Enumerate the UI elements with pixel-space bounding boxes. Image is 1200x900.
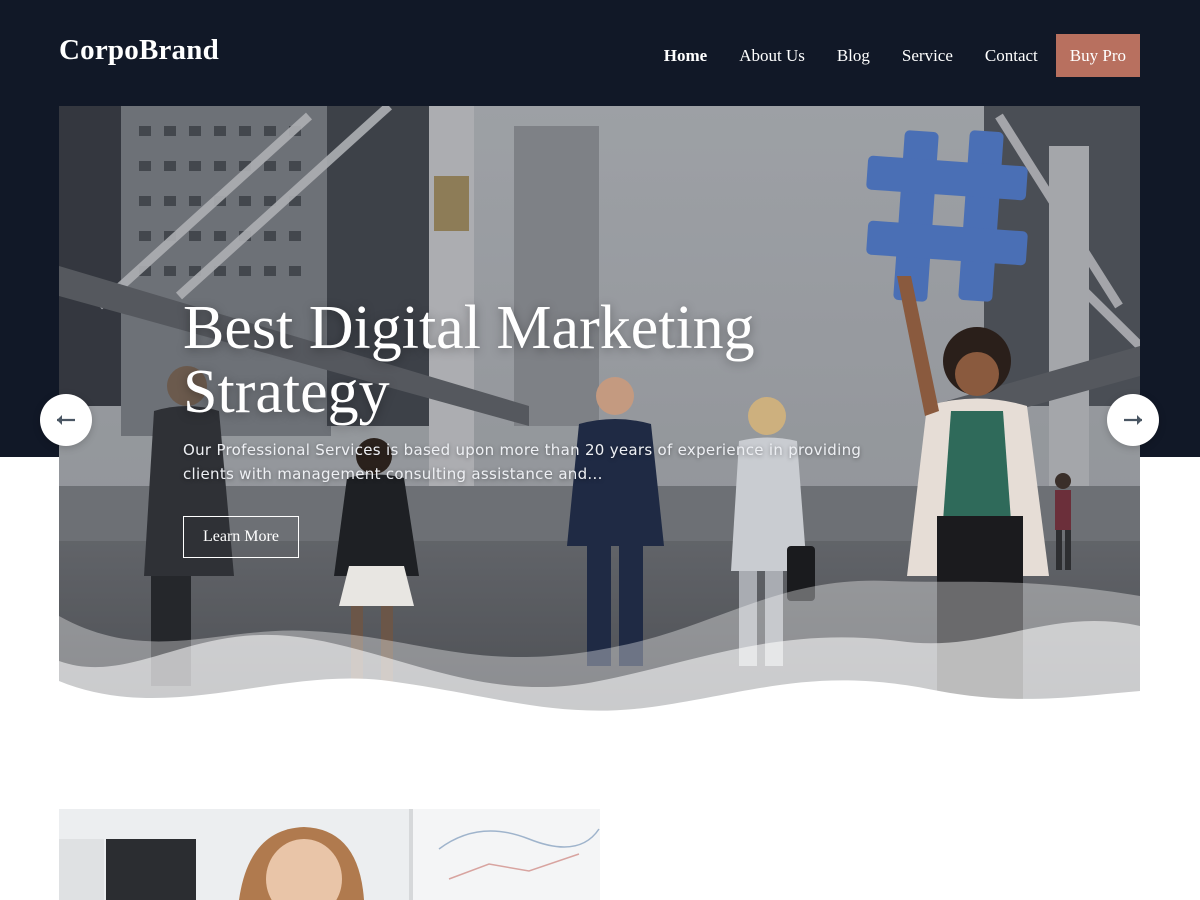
hero-title: Best Digital Marketing Strategy (183, 296, 943, 424)
brand-logo[interactable]: CorpoBrand (59, 34, 219, 67)
hero-slider: Best Digital Marketing Strategy Our Prof… (59, 106, 1140, 722)
site-header: CorpoBrand Home About Us Blog Service Co… (0, 0, 1200, 106)
about-section-image (59, 809, 600, 900)
buy-pro-button[interactable]: Buy Pro (1055, 34, 1140, 77)
learn-more-button[interactable]: Learn More (183, 516, 299, 558)
nav-contact[interactable]: Contact (985, 46, 1038, 66)
slider-next-button[interactable] (1107, 394, 1159, 446)
nav-home[interactable]: Home (664, 46, 707, 66)
office-photo (59, 809, 600, 900)
hero-description: Our Professional Services is based upon … (183, 441, 862, 483)
hero-title-line1: Best Digital Marketing (183, 294, 755, 362)
nav-service[interactable]: Service (902, 46, 953, 66)
main-nav: Home About Us Blog Service Contact Buy P… (632, 34, 1140, 77)
slider-prev-button[interactable] (40, 394, 92, 446)
arrow-right-icon (1124, 415, 1142, 425)
hero-title-line2: Strategy (183, 358, 390, 426)
nav-about-us[interactable]: About Us (739, 46, 805, 66)
nav-blog[interactable]: Blog (837, 46, 870, 66)
arrow-left-icon (57, 415, 75, 425)
hero-content: Best Digital Marketing Strategy Our Prof… (183, 296, 943, 558)
